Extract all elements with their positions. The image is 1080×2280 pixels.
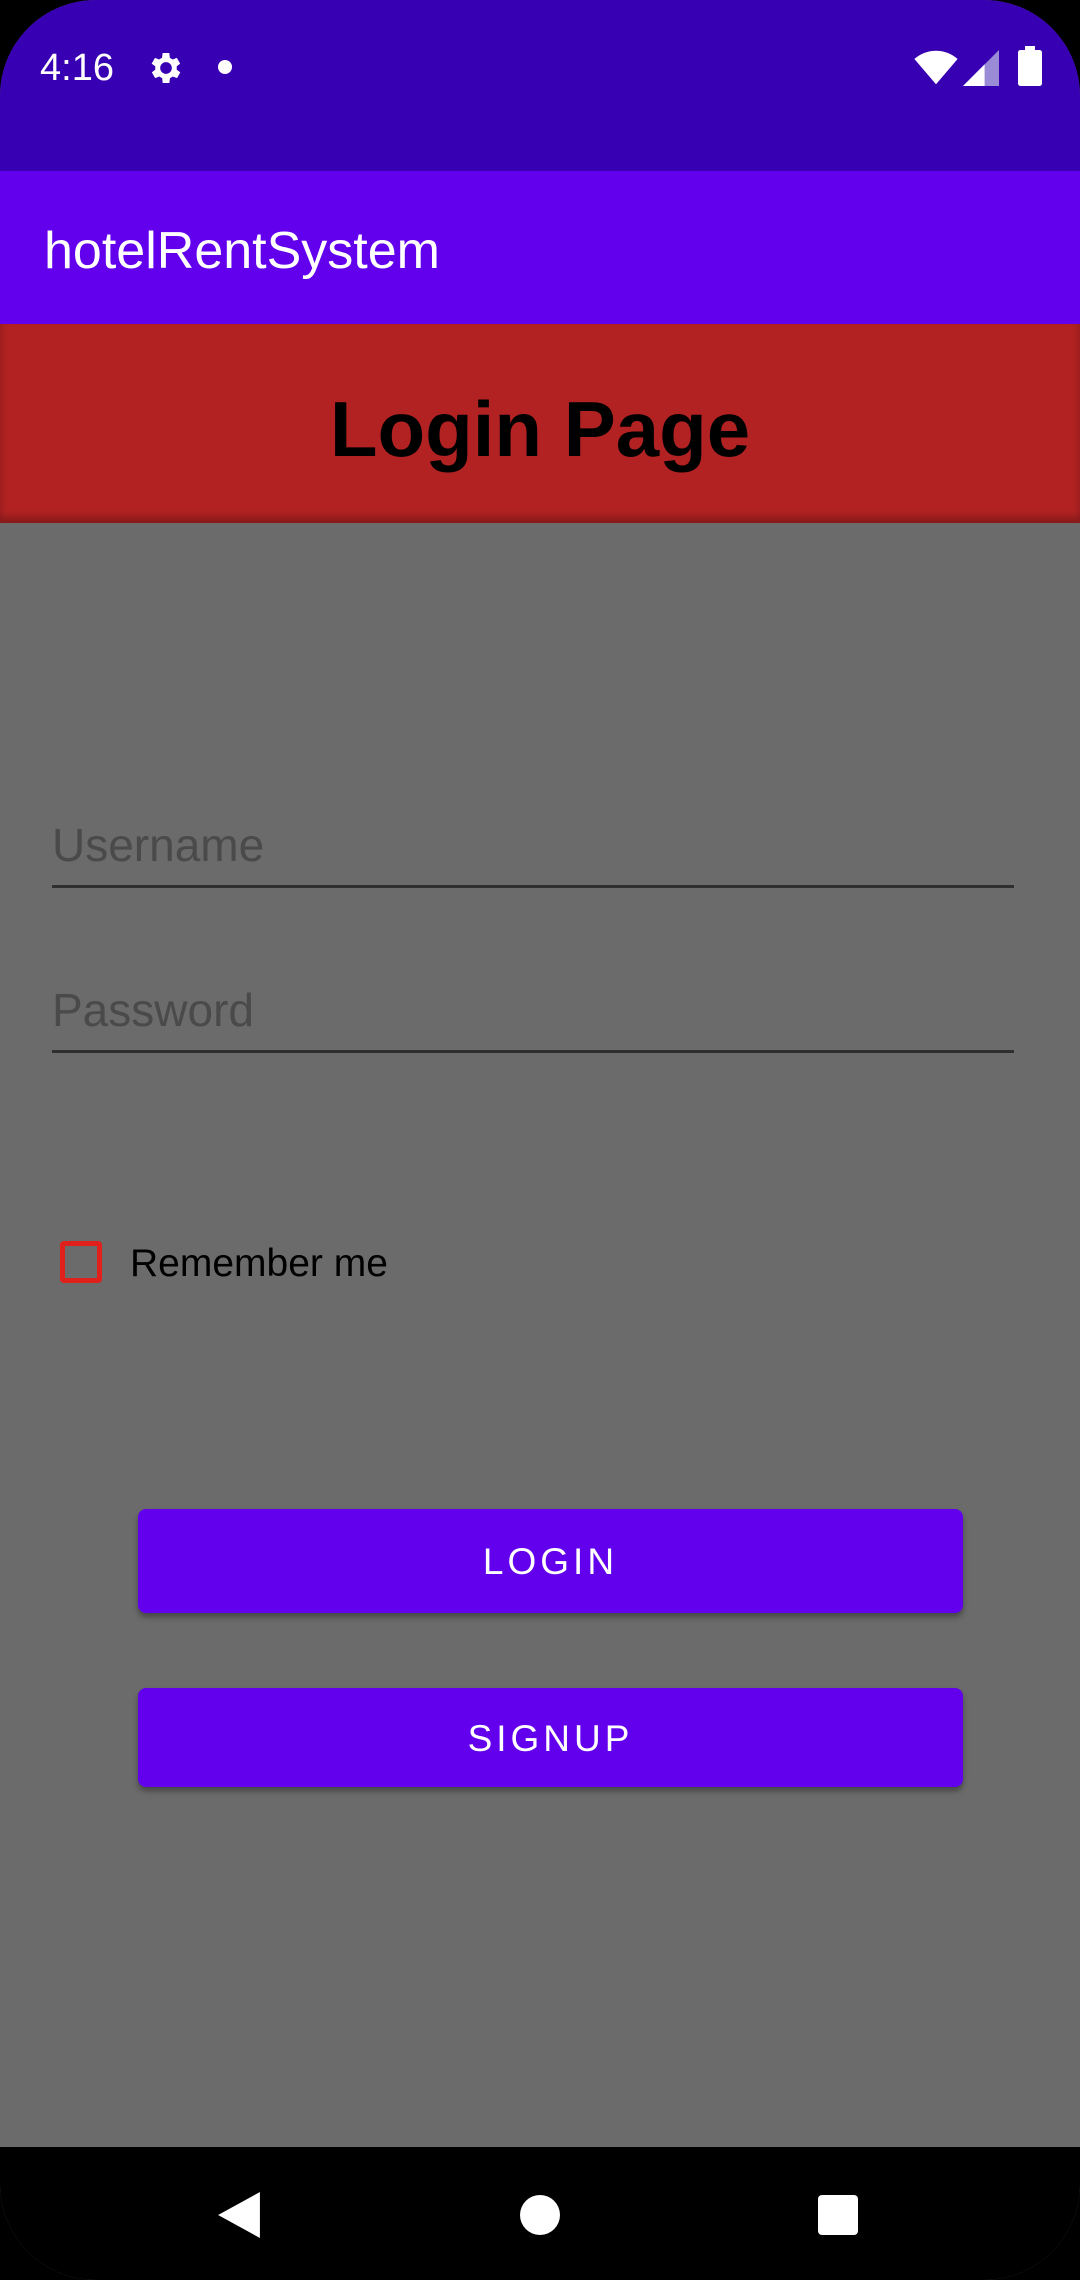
remember-me-checkbox[interactable]: Remember me (56, 1234, 556, 1294)
notification-dot-icon (218, 60, 232, 74)
wifi-icon (914, 50, 958, 85)
username-input[interactable] (52, 805, 1014, 888)
home-icon[interactable] (520, 2195, 560, 2235)
battery-icon (1018, 46, 1042, 86)
gear-icon (151, 53, 181, 83)
recents-icon[interactable] (818, 2195, 858, 2235)
phone-screen: 4:16 hotelRentSystem Login Page Remember… (0, 0, 1080, 2280)
login-form: Remember me LOGIN SIGNUP (0, 523, 1080, 2147)
password-input[interactable] (52, 970, 1014, 1053)
checkbox-box[interactable] (60, 1241, 102, 1283)
status-time: 4:16 (40, 47, 114, 89)
app-bar: hotelRentSystem (0, 171, 1080, 324)
navigation-bar (0, 2147, 1080, 2280)
back-icon[interactable] (218, 2192, 260, 2238)
remember-me-label: Remember me (130, 1242, 388, 1285)
page-title: Login Page (329, 385, 751, 473)
app-title: hotelRentSystem (44, 222, 440, 280)
signup-button[interactable]: SIGNUP (138, 1688, 963, 1787)
header-banner: Login Page (0, 324, 1080, 523)
status-bar: 4:16 (0, 0, 1080, 171)
signal-icon (963, 50, 999, 86)
login-button[interactable]: LOGIN (138, 1509, 963, 1613)
